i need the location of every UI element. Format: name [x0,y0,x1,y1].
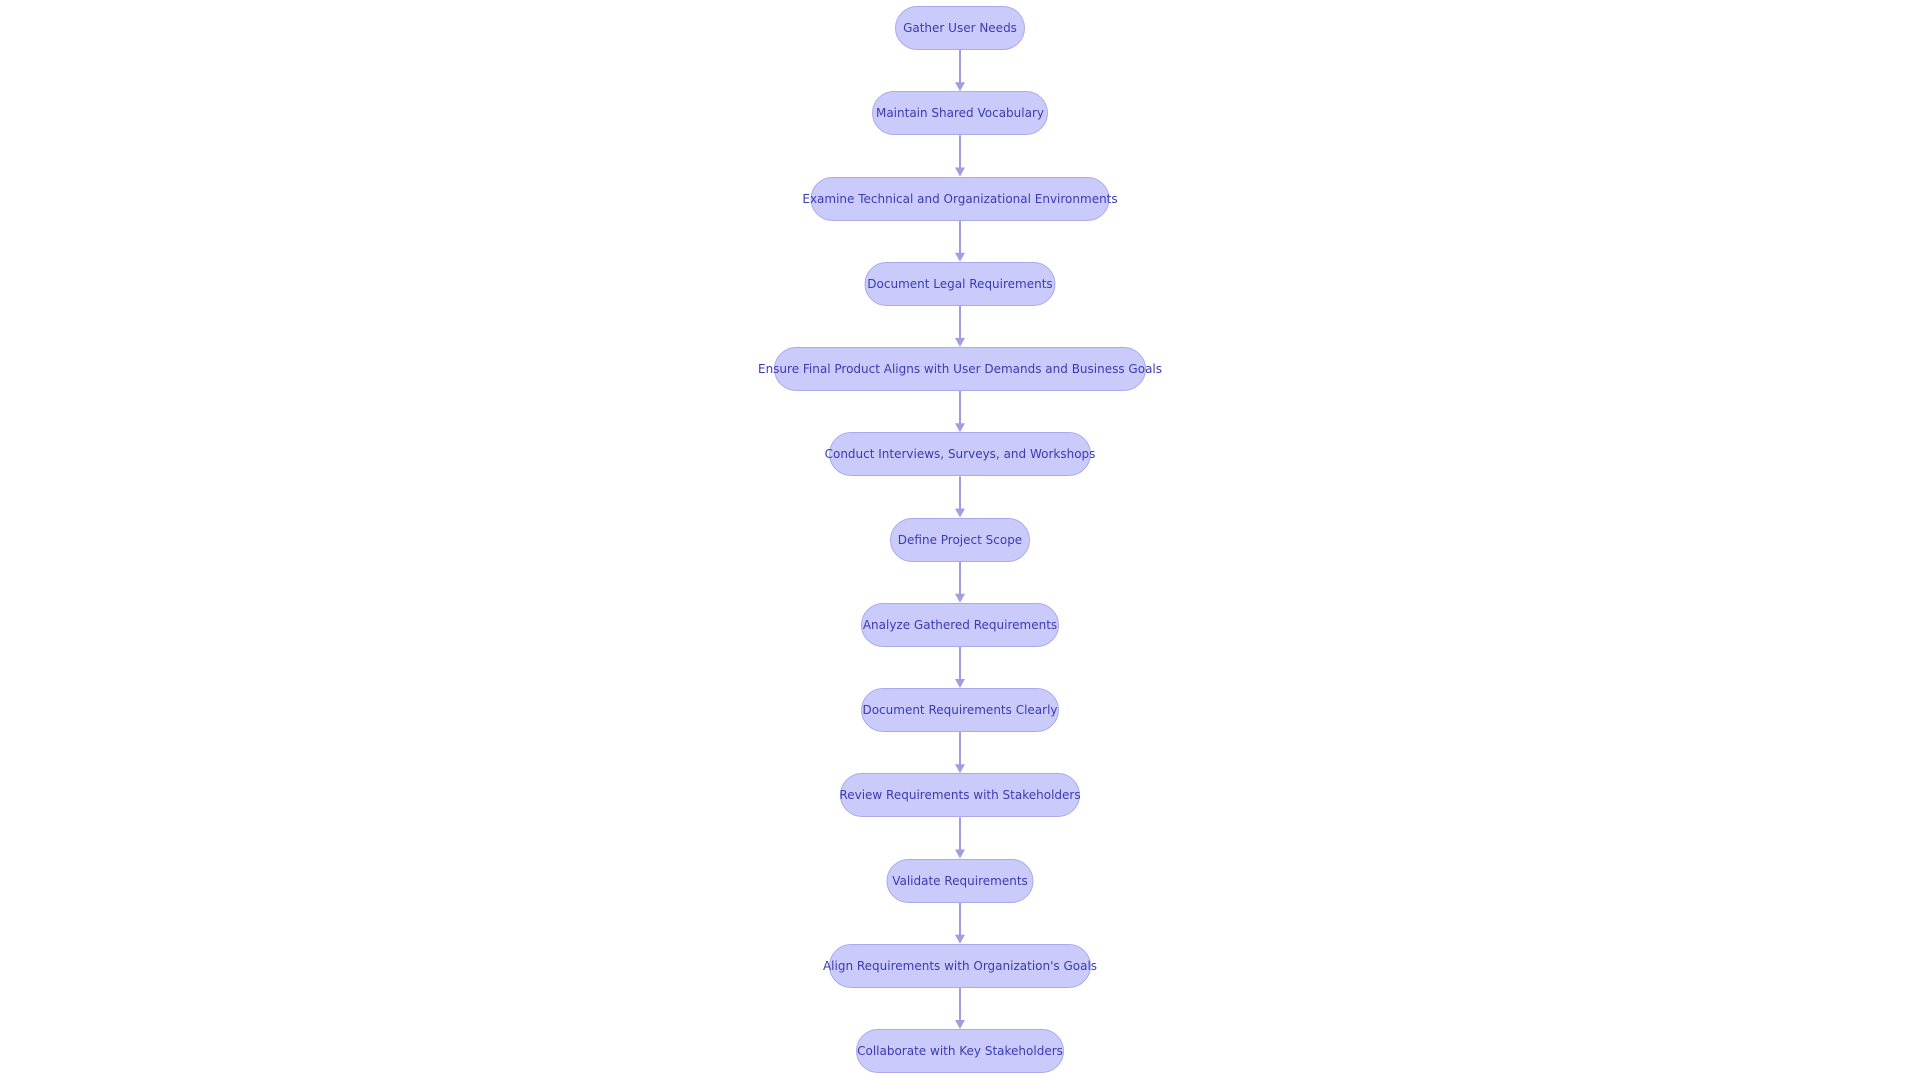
flow-node: Maintain Shared Vocabulary [872,91,1048,136]
flow-node: Review Requirements with Stakeholders [839,773,1081,818]
arrow-head-icon [955,167,965,177]
flow-node: Examine Technical and Organizational Env… [802,176,1118,221]
arrow-head-icon [955,82,965,92]
flow-node: Conduct Interviews, Surveys, and Worksho… [825,432,1095,477]
flow-node: Ensure Final Product Aligns with User De… [758,347,1162,391]
arrow-head-icon [955,764,965,774]
arrow-head-icon [955,338,965,347]
flow-node: Validate Requirements [886,858,1034,903]
flow-node: Document Legal Requirements [864,261,1056,306]
flow-node: Gather User Needs [895,6,1025,50]
arrow-head-icon [955,252,965,262]
arrow-head-icon [955,679,965,688]
arrow-head-icon [955,423,965,433]
flow-node: Analyze Gathered Requirements [861,602,1059,647]
flow-node: Align Requirements with Organization's G… [823,943,1097,988]
arrow-head-icon [955,593,965,603]
arrow-head-icon [955,1020,965,1029]
arrow-head-icon [955,849,965,859]
arrow-head-icon [955,508,965,518]
arrow-head-icon [955,934,965,944]
flow-node: Document Requirements Clearly [861,688,1059,732]
flow-node: Define Project Scope [890,517,1030,562]
flow-node: Collaborate with Key Stakeholders [856,1029,1064,1073]
